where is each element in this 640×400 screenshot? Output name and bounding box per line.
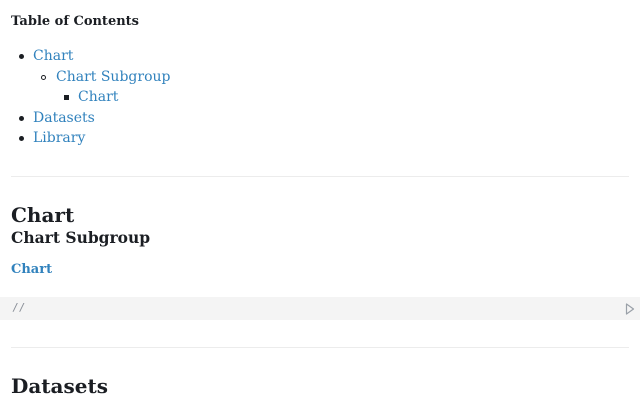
toc-item-chart: Chart xyxy=(11,46,170,67)
bullet-square-icon xyxy=(64,95,69,100)
bullet-circle-icon xyxy=(41,74,46,80)
bullet-disc-icon xyxy=(19,136,24,141)
play-icon xyxy=(625,302,635,315)
toc-list: Chart Chart Subgroup Chart Datasets Libr… xyxy=(11,46,170,149)
toc-link-chart-nested[interactable]: Chart xyxy=(78,89,118,105)
toc-link-library[interactable]: Library xyxy=(33,130,85,146)
code-cell[interactable]: // xyxy=(0,297,640,320)
toc-link-datasets[interactable]: Datasets xyxy=(33,110,95,126)
chart-section-heading: Chart xyxy=(11,203,75,227)
section-divider xyxy=(11,347,629,348)
toc-link-chart[interactable]: Chart xyxy=(33,48,73,64)
bullet-disc-icon xyxy=(19,54,24,59)
datasets-section-heading: Datasets xyxy=(11,374,108,398)
code-text[interactable]: // xyxy=(12,301,25,315)
toc-title: Table of Contents xyxy=(11,14,139,29)
chart-heading-link[interactable]: Chart xyxy=(11,262,52,277)
bullet-disc-icon xyxy=(19,115,24,121)
run-cell-button[interactable] xyxy=(624,301,636,316)
toc-item-library: Library xyxy=(11,128,170,149)
toc-item-chart-subgroup: Chart Subgroup xyxy=(11,67,170,88)
chart-subgroup-heading: Chart Subgroup xyxy=(11,228,151,247)
section-divider xyxy=(11,176,629,177)
toc-item-chart-nested: Chart xyxy=(11,87,170,108)
toc-item-datasets: Datasets xyxy=(11,108,170,129)
toc-link-chart-subgroup[interactable]: Chart Subgroup xyxy=(56,69,170,85)
chart-link-heading: Chart xyxy=(11,261,52,279)
